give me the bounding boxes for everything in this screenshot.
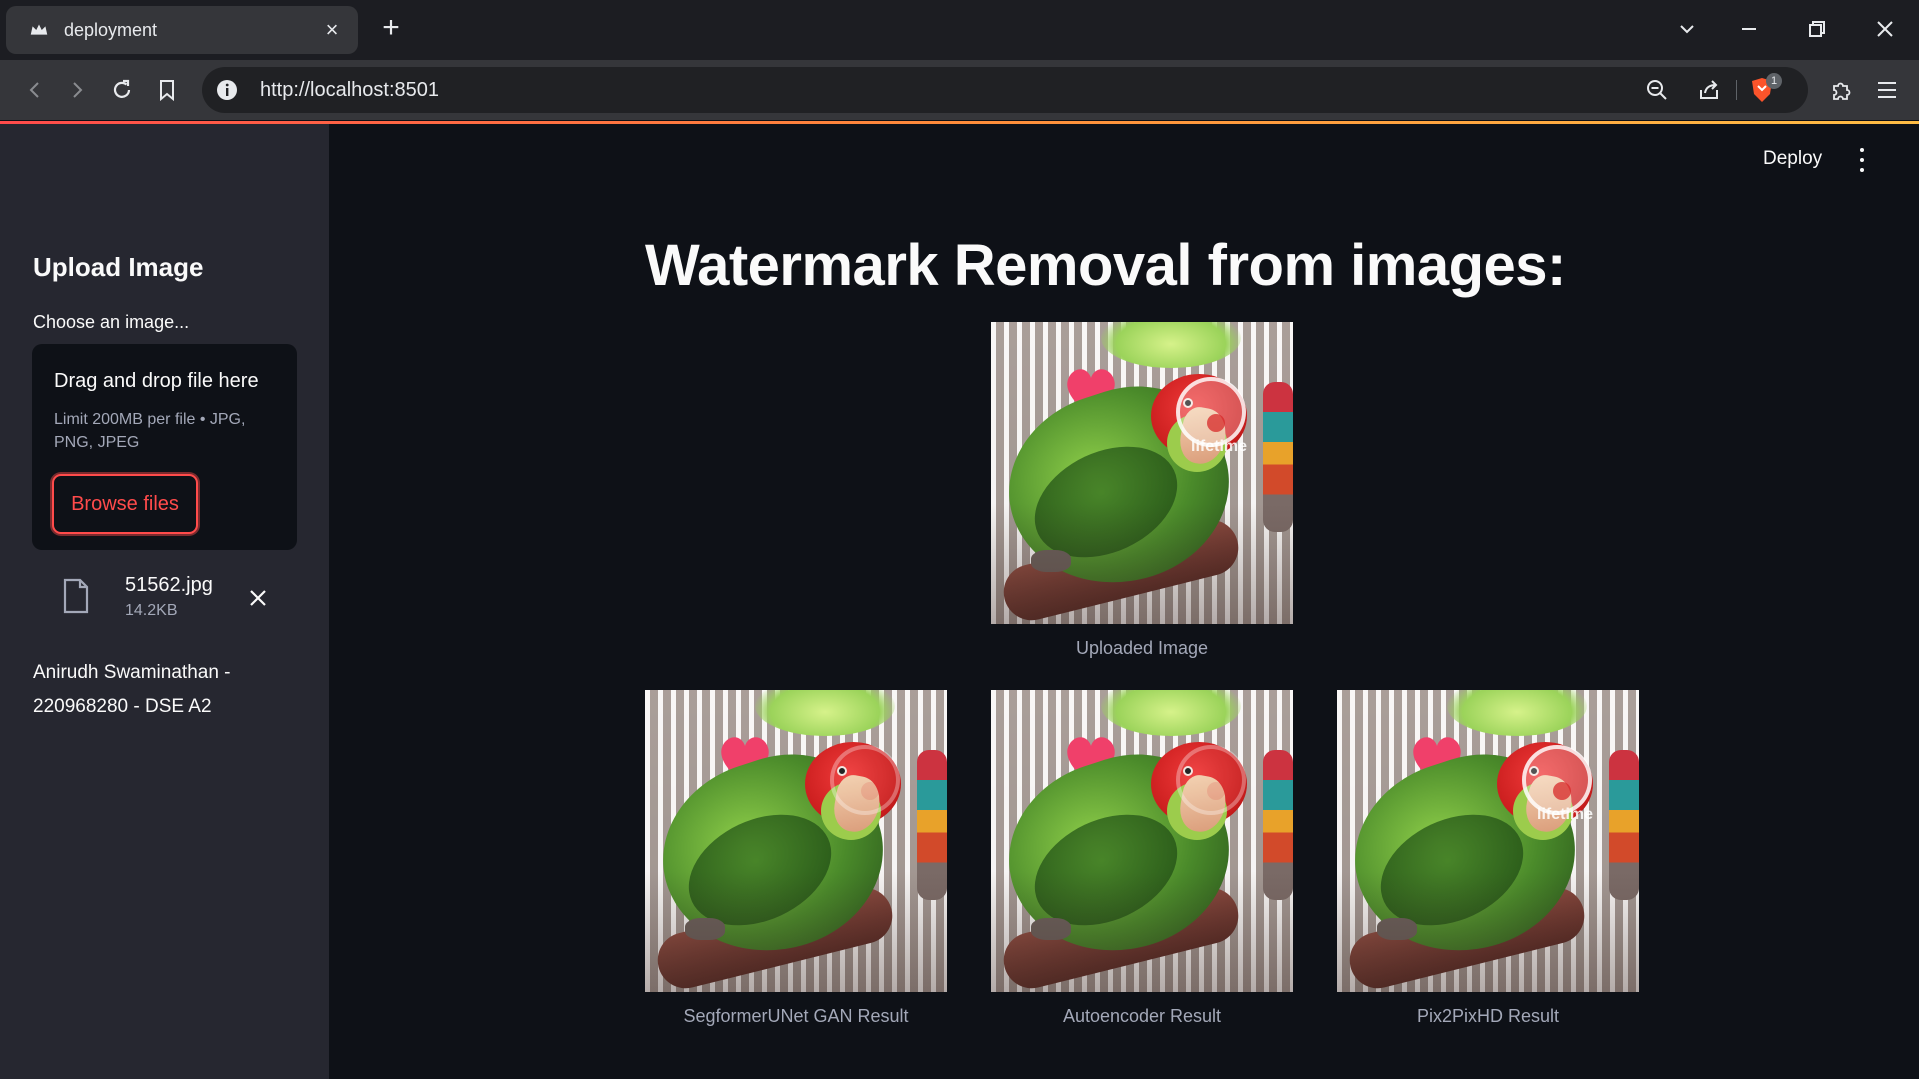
new-tab-button[interactable]: + — [376, 13, 406, 44]
file-name: 51562.jpg — [125, 574, 213, 596]
main-menu-icon[interactable] — [1857, 148, 1867, 172]
deploy-button[interactable]: Deploy — [1763, 148, 1822, 170]
autoencoder-result-image — [991, 690, 1293, 992]
minimize-window-icon[interactable] — [1734, 14, 1764, 44]
browse-files-button[interactable]: Browse files — [52, 474, 198, 534]
autoencoder-result-caption: Autoencoder Result — [1062, 1006, 1222, 1026]
page-title: Watermark Removal from images: — [645, 233, 1566, 298]
dropzone-title: Drag and drop file here — [54, 370, 259, 392]
close-window-icon[interactable] — [1870, 14, 1900, 44]
browser-tab[interactable]: deployment × — [6, 6, 358, 54]
extensions-puzzle-icon[interactable] — [1827, 75, 1857, 105]
tab-search-chevron-icon[interactable] — [1672, 14, 1702, 44]
site-info-icon[interactable] — [216, 79, 238, 101]
pix2pixhd-result-image: lifetime — [1337, 690, 1639, 992]
remove-file-icon[interactable] — [246, 586, 270, 610]
uploaded-file-row: 51562.jpg 14.2KB — [32, 564, 297, 634]
back-icon[interactable] — [20, 75, 50, 105]
segformer-result-caption: SegformerUNet GAN Result — [683, 1006, 909, 1026]
sidebar: Upload Image Choose an image... Drag and… — [0, 124, 329, 1079]
segformer-result-figure: SegformerUNet GAN Result — [645, 690, 947, 1027]
streamlit-crown-icon — [30, 24, 48, 35]
uploader-label: Choose an image... — [33, 312, 190, 332]
file-icon — [63, 578, 89, 614]
pix2pixhd-result-caption: Pix2PixHD Result — [1416, 1006, 1560, 1026]
share-icon[interactable] — [1694, 75, 1724, 105]
tab-title: deployment — [64, 19, 158, 40]
reload-icon[interactable] — [107, 75, 137, 105]
zoom-out-icon[interactable] — [1642, 75, 1672, 105]
file-dropzone[interactable]: Drag and drop file here Limit 200MB per … — [32, 344, 297, 550]
url-separator — [1736, 80, 1737, 100]
autoencoder-result-figure: Autoencoder Result — [991, 690, 1293, 1027]
browser-menu-icon[interactable] — [1872, 75, 1902, 105]
sidebar-heading: Upload Image — [33, 252, 204, 282]
main-content: Deploy Watermark Removal from images: li… — [329, 124, 1919, 1079]
tab-close-icon[interactable]: × — [320, 18, 344, 42]
uploaded-image-figure: lifetime Uploaded Image — [991, 322, 1293, 659]
forward-icon[interactable] — [62, 75, 92, 105]
file-size: 14.2KB — [125, 602, 178, 619]
extension-badge: 1 — [1766, 73, 1782, 89]
dropzone-limit: Limit 200MB per file • JPG, PNG, JPEG — [54, 411, 246, 451]
address-bar[interactable]: http://localhost:8501 1 — [202, 67, 1808, 113]
restore-window-icon[interactable] — [1802, 14, 1832, 44]
pix2pixhd-result-figure: lifetime Pix2PixHD Result — [1337, 690, 1639, 1027]
uploaded-image-caption: Uploaded Image — [1075, 638, 1209, 658]
author-text: Anirudh Swaminathan - 220968280 - DSE A2 — [33, 662, 231, 717]
bookmark-icon[interactable] — [152, 75, 182, 105]
uploaded-image: lifetime — [991, 322, 1293, 624]
browser-titlebar: deployment × + — [0, 0, 1919, 60]
segformer-result-image — [645, 690, 947, 992]
url-text[interactable]: http://localhost:8501 — [260, 67, 439, 113]
